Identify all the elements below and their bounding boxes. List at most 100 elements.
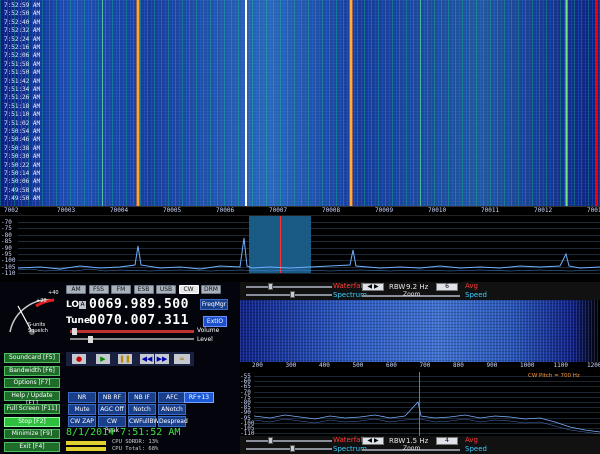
audio-frequency-tick: 700 bbox=[419, 362, 431, 369]
audio-frequency-tick: 500 bbox=[352, 362, 364, 369]
timestamp-label: 7:50:22 AM bbox=[4, 161, 41, 169]
side-button[interactable]: Stop [F2] bbox=[4, 416, 60, 427]
timestamp-label: 7:51:50 AM bbox=[4, 69, 41, 77]
bottom-arrows[interactable]: ◀ ▶ bbox=[362, 437, 384, 445]
record-icon[interactable]: ● bbox=[72, 354, 86, 364]
rbw-label-bottom: RBW bbox=[389, 437, 406, 445]
mode-button-cw[interactable]: CW bbox=[178, 285, 199, 294]
rbw-value-top: 9.2 Hz bbox=[406, 283, 429, 291]
top-control-row: Waterfall Spectrum ◀ ▶ RBW 9.2 Hz 6 Avg … bbox=[240, 282, 600, 300]
side-button[interactable]: Full Screen [F11] bbox=[4, 403, 60, 414]
frequency-tick: 70004 bbox=[110, 207, 129, 214]
main-spectrum[interactable]: -70 -75 -80 -85 -90 -95 -100 -105 -110 bbox=[0, 215, 600, 280]
mode-button-usb[interactable]: USB bbox=[156, 285, 176, 294]
mode-button-am[interactable]: AM bbox=[66, 285, 86, 294]
waterfall-edge-marker bbox=[596, 0, 598, 206]
cpu-bar-1 bbox=[66, 441, 106, 445]
side-button[interactable]: Minimize [F9] bbox=[4, 429, 60, 440]
main-waterfall[interactable]: 7:52:59 AM 7:52:50 AM 7:52:40 AM 7:52:32 AM… bbox=[0, 0, 600, 206]
bottom-slider-2[interactable] bbox=[246, 448, 332, 450]
dsp-button[interactable]: AFC bbox=[158, 392, 186, 403]
frequency-scale: 7002 70003 70004 70005 70006 70007 70008 70009 7… bbox=[0, 206, 600, 215]
top-slider-1[interactable] bbox=[246, 286, 332, 288]
side-button[interactable]: Exit [F4] bbox=[4, 441, 60, 452]
dsp-button[interactable]: Mute bbox=[68, 404, 96, 415]
level-thumb[interactable] bbox=[88, 336, 93, 343]
audio-frequency-tick: 800 bbox=[453, 362, 464, 369]
tune-frequency[interactable]: 0070.007.311 bbox=[89, 313, 189, 328]
audio-spectrum[interactable]: CW Pitch = 700 Hz -55 -60 -65 -70 -75 -80 -85-… bbox=[240, 372, 600, 437]
dsp-button[interactable]: NB RF bbox=[98, 392, 126, 403]
timestamp-label: 7:52:59 AM bbox=[4, 2, 41, 9]
audio-frequency-tick: 1200 bbox=[587, 362, 600, 369]
timestamp-label: 7:49:50 AM bbox=[4, 195, 41, 203]
mode-button-fm[interactable]: FM bbox=[111, 285, 131, 294]
forward-icon[interactable]: ▶▶ bbox=[155, 354, 169, 364]
lo-frequency[interactable]: 0069.989.500 bbox=[89, 297, 189, 312]
top-slider-1-thumb[interactable] bbox=[268, 283, 273, 290]
audio-waterfall[interactable] bbox=[240, 300, 600, 362]
loop-icon[interactable]: ∞ bbox=[174, 354, 190, 364]
dsp-button[interactable]: CW ZAP bbox=[68, 416, 96, 427]
dsp-button[interactable]: CWFullBW bbox=[128, 416, 159, 427]
timestamp-label: 7:51:26 AM bbox=[4, 94, 41, 102]
top-slider-2-thumb[interactable] bbox=[290, 291, 295, 298]
timestamp-label: 7:51:02 AM bbox=[4, 119, 41, 127]
frequency-tick: 70007 bbox=[269, 207, 288, 214]
side-button[interactable]: Options [F7] bbox=[4, 378, 60, 389]
mode-button-drm[interactable]: DRM bbox=[201, 285, 221, 294]
rbw-label-top: RBW bbox=[389, 283, 406, 291]
top-slider-2[interactable] bbox=[246, 294, 332, 296]
lo-arrow-icon[interactable]: A bbox=[79, 301, 86, 309]
dsp-button[interactable]: Notch bbox=[128, 404, 156, 415]
dsp-button[interactable]: NB IF bbox=[128, 392, 156, 403]
cpu-sdrdr: CPU SDRDR: 13% bbox=[112, 439, 159, 445]
rewind-icon[interactable]: ◀◀ bbox=[140, 354, 154, 364]
freqmgr-button[interactable]: FreqMgr bbox=[200, 299, 228, 310]
spectrum-db-label: -110 bbox=[1, 270, 16, 278]
dsp-button[interactable]: RF+13 bbox=[184, 392, 214, 403]
num-select-top[interactable]: 6 bbox=[436, 283, 458, 291]
signal-trace-5 bbox=[420, 0, 421, 206]
dsp-button[interactable]: AGC Off bbox=[98, 404, 126, 415]
extio-button[interactable]: ExtIO bbox=[203, 316, 227, 327]
dsp-button[interactable]: CW Peak bbox=[98, 416, 126, 434]
waterfall-label-bottom: Waterfall bbox=[333, 436, 365, 444]
side-button[interactable]: Help / Update [F1] bbox=[4, 391, 60, 407]
timestamp-label: 7:52:06 AM bbox=[4, 52, 41, 60]
timestamp-label: 7:52:32 AM bbox=[4, 27, 41, 35]
bottom-slider-2-thumb[interactable] bbox=[290, 445, 295, 452]
num-select-bottom[interactable]: 4 bbox=[436, 437, 458, 445]
frequency-tick: 7002 bbox=[4, 207, 19, 214]
play-icon[interactable]: ▶ bbox=[96, 354, 110, 364]
avg-label-top: Avg bbox=[465, 282, 478, 290]
timestamp-label: 7:52:16 AM bbox=[4, 44, 41, 51]
mode-button-esb[interactable]: ESB bbox=[133, 285, 154, 294]
audio-frequency-tick: 600 bbox=[386, 362, 397, 369]
frequency-tick: 70008 bbox=[322, 207, 341, 214]
s-meter: +20 +40 S-units Squelch bbox=[4, 286, 60, 338]
timestamp-label: 7:52:40 AM bbox=[4, 18, 41, 26]
bottom-slider-1[interactable] bbox=[246, 440, 332, 442]
avg-label-bottom: Avg bbox=[465, 436, 478, 444]
timestamp-label: 7:51:34 AM bbox=[4, 86, 41, 93]
frequency-tick: 70011 bbox=[481, 207, 500, 214]
timestamp-label: 7:51:42 AM bbox=[4, 77, 41, 85]
top-arrows[interactable]: ◀ ▶ bbox=[362, 283, 384, 291]
speed-label-top: Speed bbox=[465, 291, 487, 299]
signal-trace-4 bbox=[102, 0, 103, 206]
volume-thumb[interactable] bbox=[72, 328, 77, 335]
dsp-button[interactable]: ANotch bbox=[158, 404, 186, 415]
rbw-value-bottom: 1.5 Hz bbox=[406, 437, 429, 445]
pause-icon[interactable]: ❚❚ bbox=[118, 354, 132, 364]
side-button[interactable]: Bandwidth [F6] bbox=[4, 365, 60, 376]
audio-panel: Waterfall Spectrum ◀ ▶ RBW 9.2 Hz 6 Avg … bbox=[240, 282, 600, 454]
audio-frequency-tick: 400 bbox=[319, 362, 330, 369]
waterfall-divider bbox=[245, 0, 247, 206]
dsp-button[interactable]: Despread bbox=[158, 416, 188, 427]
dsp-button[interactable]: NR bbox=[68, 392, 96, 403]
mode-button-fss[interactable]: FSS bbox=[88, 285, 109, 294]
volume-slider[interactable] bbox=[70, 330, 194, 333]
bottom-slider-1-thumb[interactable] bbox=[268, 437, 273, 444]
side-button[interactable]: Soundcard [F5] bbox=[4, 353, 60, 363]
